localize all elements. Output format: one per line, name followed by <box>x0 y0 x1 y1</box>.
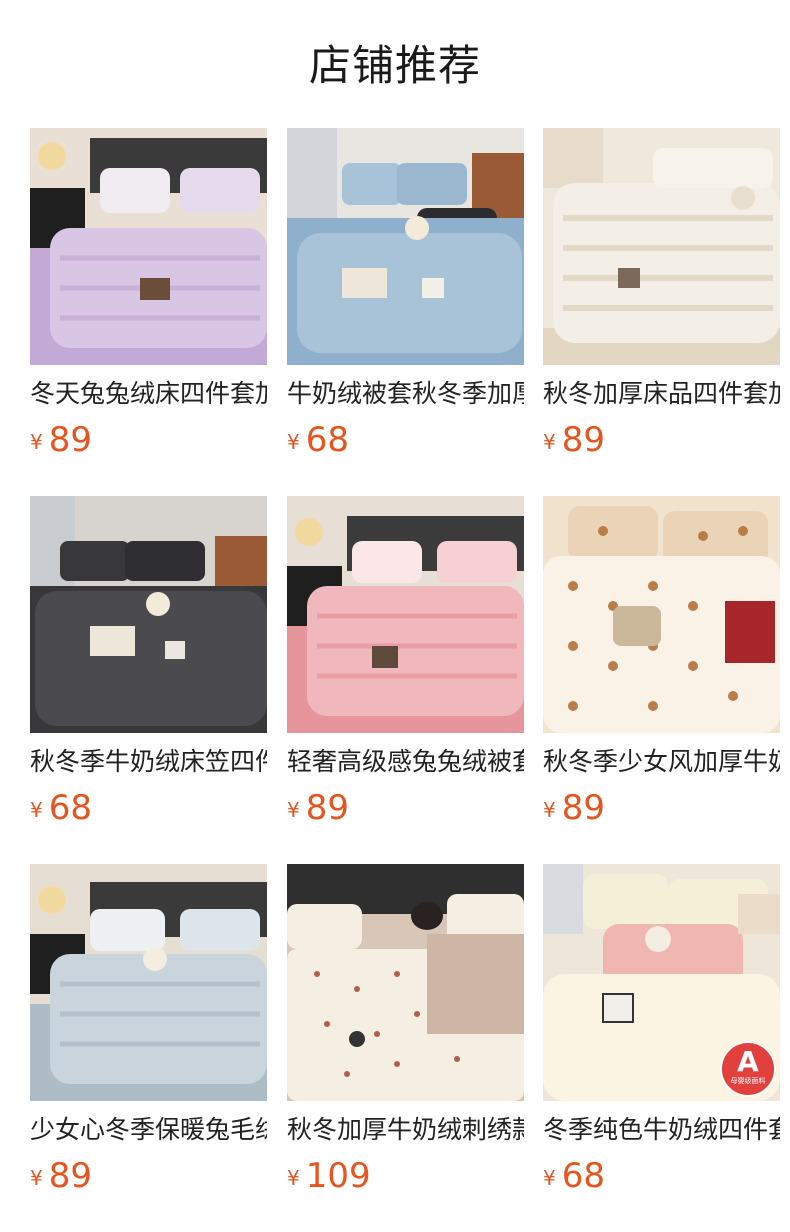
product-title[interactable]: 少女心冬季保暖兔毛绒 <box>30 1112 267 1148</box>
product-price: ¥68 <box>287 418 349 462</box>
product-title[interactable]: 秋冬加厚牛奶绒刺绣款 <box>287 1112 524 1148</box>
price-value: 109 <box>305 1156 371 1196</box>
currency-symbol: ¥ <box>543 798 556 822</box>
product-title[interactable]: 秋冬季牛奶绒床笠四件套 <box>30 744 267 780</box>
product-card[interactable]: 少女心冬季保暖兔毛绒 ¥89 <box>30 864 267 1204</box>
product-image[interactable] <box>30 864 267 1101</box>
currency-symbol: ¥ <box>287 798 300 822</box>
price-value: 89 <box>48 1156 92 1196</box>
currency-symbol: ¥ <box>543 1166 556 1190</box>
product-image[interactable] <box>543 128 780 365</box>
page-title: 店铺推荐 <box>308 41 481 90</box>
currency-symbol: ¥ <box>287 430 300 454</box>
a-class-badge: A 母婴级面料 <box>720 1041 776 1097</box>
product-price: ¥89 <box>543 786 605 830</box>
product-image[interactable] <box>543 496 780 733</box>
product-price: ¥109 <box>287 1154 371 1198</box>
currency-symbol: ¥ <box>287 1166 300 1190</box>
product-title[interactable]: 冬天兔兔绒床四件套加厚 <box>30 376 267 412</box>
product-image[interactable]: A 母婴级面料 <box>543 864 780 1101</box>
product-card[interactable]: 冬天兔兔绒床四件套加厚 ¥89 <box>30 128 267 468</box>
product-price: ¥89 <box>30 418 92 462</box>
price-value: 89 <box>48 420 92 460</box>
product-image[interactable] <box>287 864 524 1101</box>
product-price: ¥68 <box>543 1154 605 1198</box>
product-price: ¥89 <box>30 1154 92 1198</box>
product-image[interactable] <box>287 496 524 733</box>
product-title[interactable]: 秋冬季少女风加厚牛奶绒 <box>543 744 780 780</box>
product-card[interactable]: 牛奶绒被套秋冬季加厚 ¥68 <box>287 128 524 468</box>
product-card[interactable]: 秋冬季少女风加厚牛奶绒 ¥89 <box>543 496 780 836</box>
product-image[interactable] <box>30 496 267 733</box>
currency-symbol: ¥ <box>543 430 556 454</box>
product-card[interactable]: A 母婴级面料 冬季纯色牛奶绒四件套 ¥68 <box>543 864 780 1204</box>
price-value: 89 <box>561 788 605 828</box>
product-price: ¥89 <box>287 786 349 830</box>
product-title[interactable]: 轻奢高级感兔兔绒被套 <box>287 744 524 780</box>
product-image[interactable] <box>287 128 524 365</box>
currency-symbol: ¥ <box>30 798 43 822</box>
currency-symbol: ¥ <box>30 1166 43 1190</box>
product-image[interactable] <box>30 128 267 365</box>
product-price: ¥89 <box>543 418 605 462</box>
product-title[interactable]: 冬季纯色牛奶绒四件套 <box>543 1112 780 1148</box>
product-title[interactable]: 牛奶绒被套秋冬季加厚 <box>287 376 524 412</box>
product-card[interactable]: 秋冬加厚牛奶绒刺绣款 ¥109 <box>287 864 524 1204</box>
price-value: 89 <box>305 788 349 828</box>
product-card[interactable]: 秋冬季牛奶绒床笠四件套 ¥68 <box>30 496 267 836</box>
product-title[interactable]: 秋冬加厚床品四件套加厚 <box>543 376 780 412</box>
price-value: 68 <box>561 1156 605 1196</box>
price-value: 68 <box>48 788 92 828</box>
price-value: 68 <box>305 420 349 460</box>
price-value: 89 <box>561 420 605 460</box>
product-card[interactable]: 轻奢高级感兔兔绒被套 ¥89 <box>287 496 524 836</box>
product-card[interactable]: 秋冬加厚床品四件套加厚 ¥89 <box>543 128 780 468</box>
product-price: ¥68 <box>30 786 92 830</box>
currency-symbol: ¥ <box>30 430 43 454</box>
